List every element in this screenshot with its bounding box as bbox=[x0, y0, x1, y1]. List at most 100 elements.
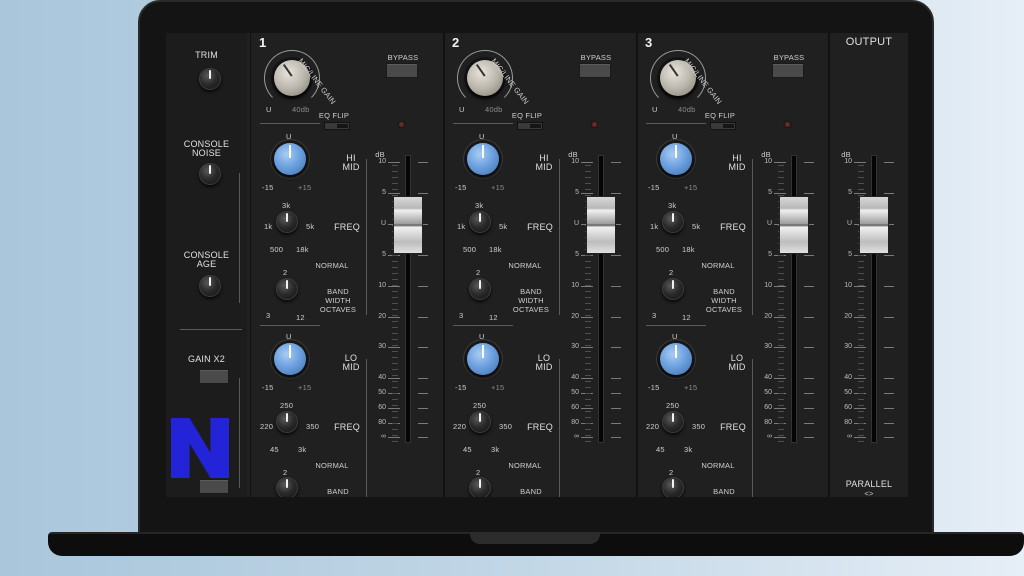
ch3-scale-mark: 5 bbox=[768, 189, 772, 196]
ch2-scale-tick bbox=[611, 317, 621, 318]
ch2-lo-freq-knob[interactable] bbox=[469, 411, 491, 433]
ch3-minor-tick bbox=[778, 351, 784, 352]
ch1-lo-normal: NORMAL bbox=[315, 461, 349, 470]
ch3-lo-mid-gain-knob[interactable] bbox=[660, 343, 692, 375]
ch3-lo-bw-knob[interactable] bbox=[662, 477, 684, 497]
ch3-scale-tick bbox=[804, 437, 814, 438]
ch2-scale-mark: U bbox=[573, 220, 579, 227]
output-scale-tick bbox=[854, 408, 866, 409]
ch1-lo-gain-u: U bbox=[286, 332, 292, 341]
ch1-hi-freq-mark: 500 bbox=[270, 245, 284, 254]
ch3-scale-tick bbox=[774, 286, 786, 287]
console-age-knob[interactable] bbox=[199, 275, 221, 297]
output-minor-tick bbox=[858, 363, 864, 364]
ch2-gain-max: 40db bbox=[485, 105, 503, 114]
ch1-scale-mark: 50 bbox=[378, 389, 386, 396]
ch3-minor-tick bbox=[778, 441, 784, 442]
ch2-minor-tick bbox=[585, 423, 591, 424]
ch3-scale-tick bbox=[774, 317, 786, 318]
ch2-eq-flip-toggle[interactable] bbox=[517, 122, 543, 130]
ch2-minor-tick bbox=[585, 429, 591, 430]
ch3-lo-freq-mark: 350 bbox=[692, 422, 706, 431]
ch2-hi-freq-mark: 5k bbox=[499, 222, 508, 231]
ch2-lo-mid-gain-knob[interactable] bbox=[467, 343, 499, 375]
ch2-hi-freq-knob[interactable] bbox=[469, 211, 491, 233]
ch3-minor-tick bbox=[778, 273, 784, 274]
ch2-lo-bw-2: 2 bbox=[476, 468, 481, 477]
ch3-gain-max: 40db bbox=[678, 105, 696, 114]
ch2-lo-bw-knob[interactable] bbox=[469, 477, 491, 497]
ch3-minor-tick bbox=[778, 429, 784, 430]
ch2-eq-flip-label: EQ FLIP bbox=[511, 111, 543, 120]
ch1-scale-tick bbox=[388, 378, 400, 379]
ch1-bypass-button[interactable] bbox=[386, 63, 418, 78]
ch3-lo-freq-mark: 250 bbox=[666, 401, 680, 410]
ch2-scale-tick bbox=[611, 347, 621, 348]
ch1-lo-mid-gain-knob[interactable] bbox=[274, 343, 306, 375]
ch1-lo-freq-knob[interactable] bbox=[276, 411, 298, 433]
output-minor-tick bbox=[858, 177, 864, 178]
ch1-lo-freq-mark: 220 bbox=[260, 422, 274, 431]
ch3-lo-freq-label: FREQ bbox=[720, 422, 746, 432]
ch2-hi-bw-knob[interactable] bbox=[469, 278, 491, 300]
ch1-minor-tick bbox=[392, 177, 398, 178]
ch1-lo-bw-knob[interactable] bbox=[276, 477, 298, 497]
ch3-divider bbox=[646, 123, 706, 124]
ch3-scale-tick bbox=[804, 408, 814, 409]
output-fader-cap[interactable] bbox=[859, 196, 889, 254]
ch3-minor-tick bbox=[778, 171, 784, 172]
ch3-hi-freq-knob[interactable] bbox=[662, 211, 684, 233]
ch3-fader-cap[interactable] bbox=[779, 196, 809, 254]
ch2-scale-tick bbox=[581, 317, 593, 318]
output-minor-tick bbox=[858, 405, 864, 406]
console-noise-knob[interactable] bbox=[199, 163, 221, 185]
ch3-bypass-button[interactable] bbox=[772, 63, 804, 78]
ch2-lo-freq-mark: 250 bbox=[473, 401, 487, 410]
output-minor-tick bbox=[858, 303, 864, 304]
ch1-scale-mark: 10 bbox=[378, 282, 386, 289]
ch3-hi-mid-gain-knob[interactable] bbox=[660, 143, 692, 175]
channel-separator bbox=[828, 33, 830, 497]
ch1-minor-tick bbox=[392, 261, 398, 262]
ch1-scale-mark: 5 bbox=[382, 251, 386, 258]
output-minor-tick bbox=[858, 429, 864, 430]
ch2-minor-tick bbox=[585, 321, 591, 322]
ch3-lo-freq-knob[interactable] bbox=[662, 411, 684, 433]
ch2-scale-mark: 20 bbox=[571, 313, 579, 320]
ch3-minor-tick bbox=[778, 417, 784, 418]
ch2-lo-normal: NORMAL bbox=[508, 461, 542, 470]
ch3-minor-tick bbox=[778, 303, 784, 304]
ch1-minor-tick bbox=[392, 387, 398, 388]
ch3-minor-tick bbox=[778, 435, 784, 436]
ch1-minor-tick bbox=[392, 411, 398, 412]
ch1-hi-bw-knob[interactable] bbox=[276, 278, 298, 300]
ch3-eq-flip-toggle[interactable] bbox=[710, 122, 736, 130]
ch2-fader-cap[interactable] bbox=[586, 196, 616, 254]
ch3-hi-bw-12: 12 bbox=[682, 313, 691, 322]
ch1-hi-bandwidth-label: BAND WIDTH OCTAVES bbox=[319, 287, 357, 314]
ch3-hi-bw-knob[interactable] bbox=[662, 278, 684, 300]
rail-bottom-button[interactable] bbox=[199, 479, 229, 494]
gain-x2-button[interactable] bbox=[199, 369, 229, 384]
ch2-hi-mid-gain-knob[interactable] bbox=[467, 143, 499, 175]
ch1-scale-tick bbox=[418, 286, 428, 287]
ch1-number: 1 bbox=[259, 35, 267, 50]
ch2-bypass-button[interactable] bbox=[579, 63, 611, 78]
output-minor-tick bbox=[858, 273, 864, 274]
ch3-lo-freq-mark: 3k bbox=[684, 445, 693, 454]
output-minor-tick bbox=[858, 441, 864, 442]
output-minor-tick bbox=[858, 165, 864, 166]
ch2-hi-gain-pos: +15 bbox=[491, 183, 505, 192]
rail-bracket bbox=[239, 173, 240, 303]
ch1-fader-cap[interactable] bbox=[393, 196, 423, 254]
rail-divider bbox=[180, 329, 242, 330]
ch3-hi-freq-mark: 500 bbox=[656, 245, 670, 254]
ch1-hi-mid-gain-knob[interactable] bbox=[274, 143, 306, 175]
ch1-eq-flip-toggle[interactable] bbox=[324, 122, 350, 130]
ch1-divider bbox=[260, 325, 320, 326]
trim-knob[interactable] bbox=[199, 68, 221, 90]
ch2-lo-bandwidth-label: BAND WIDTH OCTAVES bbox=[518, 487, 543, 497]
ch1-hi-freq-knob[interactable] bbox=[276, 211, 298, 233]
ch3-hi-normal: NORMAL bbox=[701, 261, 735, 270]
output-scale-tick bbox=[854, 162, 866, 163]
